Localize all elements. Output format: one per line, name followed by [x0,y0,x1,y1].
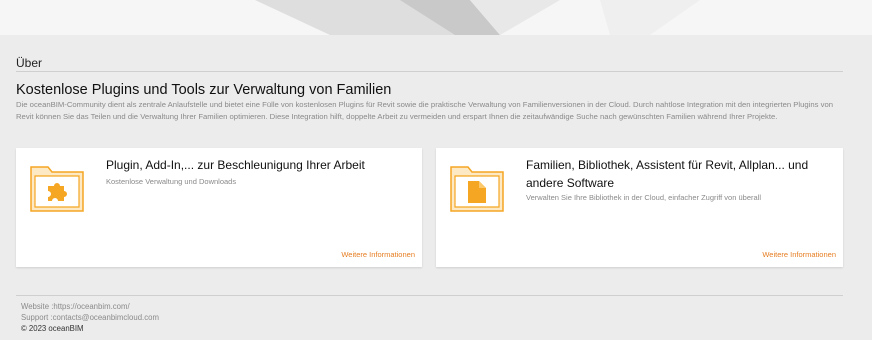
page-headline: Kostenlose Plugins und Tools zur Verwalt… [16,82,392,98]
footer-support[interactable]: Support :contacts@oceanbimcloud.com [21,312,159,323]
folder-puzzle-icon [30,166,84,217]
banner-graphic [255,0,700,35]
library-card[interactable]: Familien, Bibliothek, Assistent für Revi… [436,148,843,267]
intro-text: Die oceanBIM-Community dient als zentral… [16,100,834,121]
card-title: Plugin, Add-In,... zur Beschleunigung Ih… [106,158,365,172]
footer-website[interactable]: Website :https://oceanbim.com/ [21,301,159,312]
header-banner [0,0,872,35]
more-info-link[interactable]: Weitere Informationen [341,250,415,259]
section-title: Über [16,56,43,70]
folder-document-icon [450,166,504,217]
card-subtitle: Kostenlose Verwaltung und Downloads [106,177,237,186]
footer-copyright: © 2023 oceanBIM [21,324,84,333]
card-subtitle: Verwalten Sie Ihre Bibliothek in der Clo… [526,193,761,202]
more-info-link[interactable]: Weitere Informationen [762,250,836,259]
card-title: Familien, Bibliothek, Assistent für Revi… [526,158,809,190]
footer: Website :https://oceanbim.com/ Support :… [21,301,159,334]
footer-divider [16,295,843,296]
section-divider [16,71,843,72]
plugin-card[interactable]: Plugin, Add-In,... zur Beschleunigung Ih… [16,148,422,267]
